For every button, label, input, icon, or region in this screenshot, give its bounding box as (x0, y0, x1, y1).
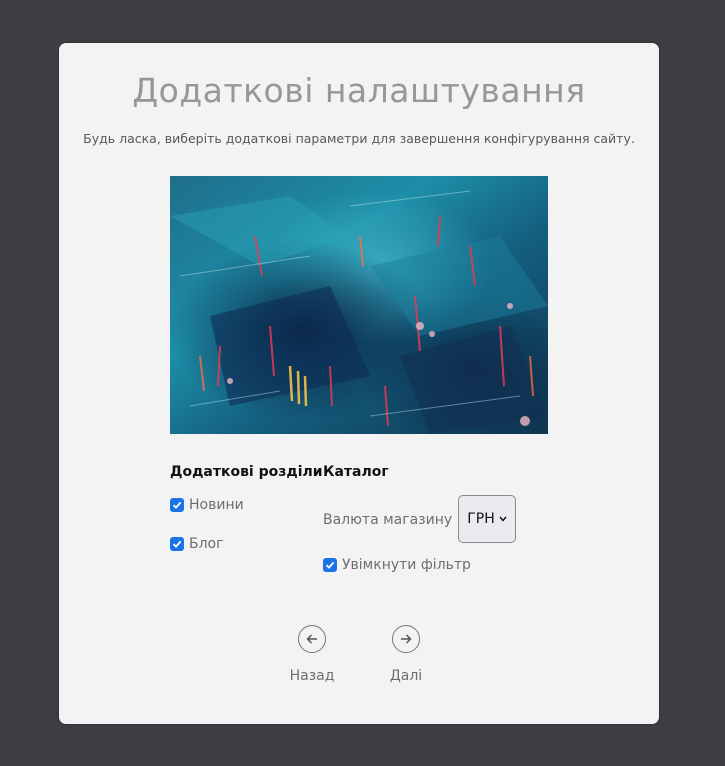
news-label: Новини (189, 497, 244, 513)
currency-row: Валюта магазину (323, 512, 452, 528)
news-checkbox-row[interactable]: Новини (170, 497, 244, 513)
arrow-right-icon[interactable] (392, 625, 420, 653)
catalog-heading: Каталог (323, 464, 389, 480)
next-button[interactable]: Далі (376, 625, 436, 684)
currency-value: ГРН (467, 511, 495, 527)
blog-label: Блог (189, 536, 224, 552)
back-button[interactable]: Назад (282, 625, 342, 684)
checkbox-checked-icon[interactable] (323, 558, 337, 572)
back-label[interactable]: Назад (290, 668, 335, 684)
currency-label: Валюта магазину (323, 512, 453, 528)
filter-checkbox-row[interactable]: Увімкнути фільтр (323, 557, 471, 573)
checkbox-checked-icon[interactable] (170, 537, 184, 551)
chevron-down-icon (499, 516, 507, 522)
page-title: Додаткові налаштування (132, 71, 586, 110)
page-subtitle: Будь ласка, виберіть додаткові параметри… (83, 131, 635, 146)
extra-sections-heading: Додаткові розділи (170, 464, 323, 480)
arrow-left-icon[interactable] (298, 625, 326, 653)
blog-checkbox-row[interactable]: Блог (170, 536, 223, 552)
filter-label: Увімкнути фільтр (342, 557, 471, 573)
settings-card: Додаткові налаштування Будь ласка, вибер… (59, 43, 659, 724)
checkbox-checked-icon[interactable] (170, 498, 184, 512)
next-label[interactable]: Далі (390, 668, 422, 684)
currency-select[interactable]: ГРН (458, 495, 516, 543)
abstract-painting-image (170, 176, 548, 434)
